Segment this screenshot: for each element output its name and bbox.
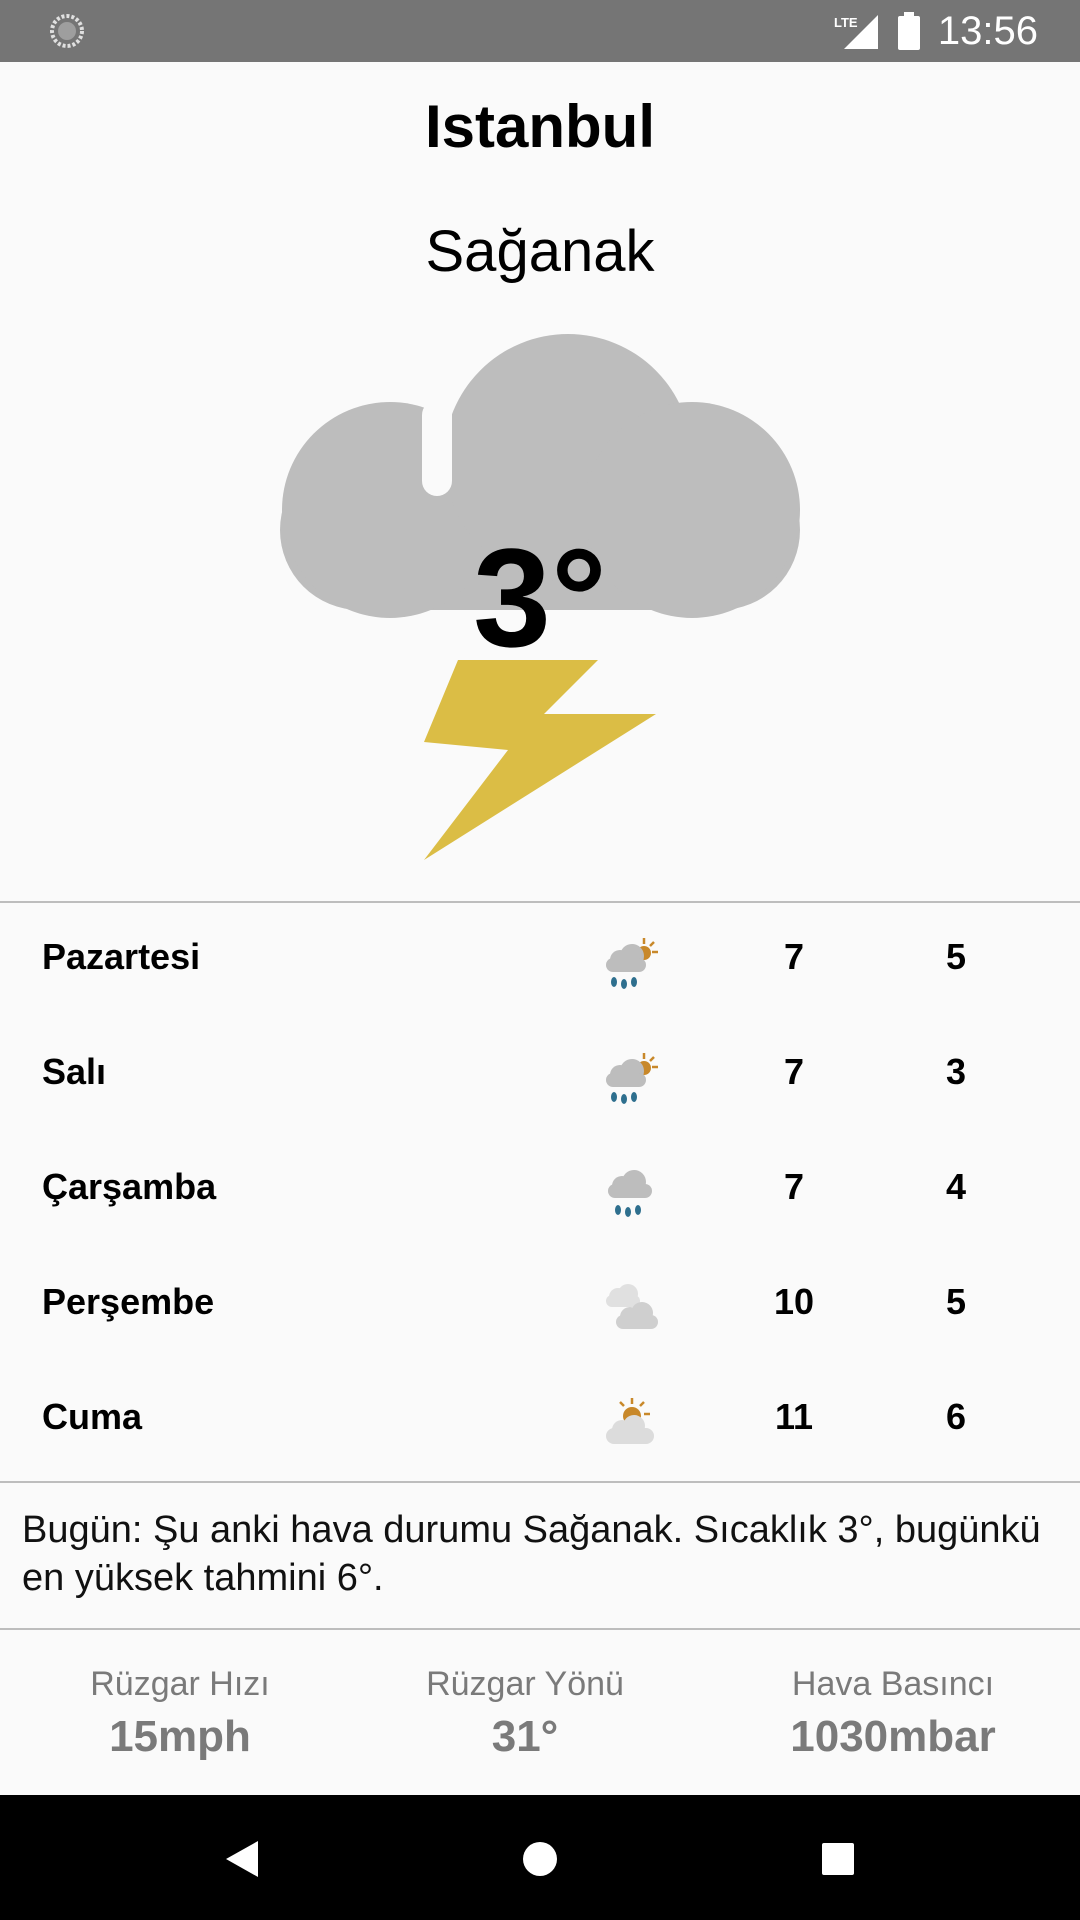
forecast-high: 7: [783, 1051, 805, 1092]
rain-sun-icon: [606, 1053, 658, 1104]
today-summary: Bugün: Şu anki hava durumu Sağanak. Sıca…: [22, 1509, 1041, 1599]
forecast-day: Salı: [42, 1051, 107, 1092]
stat-label: Rüzgar Yönü: [426, 1665, 624, 1703]
forecast-row-pazartesi[interactable]: Pazartesi 7 5: [0, 906, 1080, 1021]
cloudy-icon: [606, 1284, 658, 1329]
forecast-low: 6: [945, 1396, 967, 1437]
partly-cloudy-icon: [606, 1398, 654, 1444]
status-time: 13:56: [937, 8, 1038, 53]
forecast-row-persembe[interactable]: Perşembe 10 5: [0, 1251, 1080, 1366]
divider: [0, 901, 1080, 903]
stat-pressure: Hava Basıncı 1030mbar: [713, 1665, 1073, 1762]
stat-label: Hava Basıncı: [791, 1665, 995, 1703]
divider: [0, 1481, 1080, 1483]
forecast-low: 5: [945, 936, 967, 977]
current-condition: Sağanak: [425, 219, 655, 284]
stat-wind-direction: Rüzgar Yönü 31°: [345, 1665, 705, 1762]
forecast-high: 7: [783, 1166, 805, 1207]
battery-icon: [897, 12, 920, 50]
forecast-row-cuma[interactable]: Cuma 11 6: [0, 1366, 1080, 1481]
forecast-day: Çarşamba: [42, 1166, 217, 1207]
forecast-low: 3: [945, 1051, 967, 1092]
weather-stats: Rüzgar Hızı 15mph Rüzgar Yönü 31° Hava B…: [0, 1635, 1080, 1795]
stat-wind-speed: Rüzgar Hızı 15mph: [0, 1665, 360, 1762]
navigation-bar: [0, 1795, 1080, 1920]
stat-value: 1030mbar: [790, 1712, 996, 1761]
forecast-low: 5: [945, 1281, 967, 1322]
sync-icon: [50, 14, 84, 48]
rain-icon: [608, 1170, 652, 1217]
stat-value: 15mph: [109, 1712, 251, 1761]
forecast-day: Perşembe: [42, 1281, 215, 1322]
forecast-row-sali[interactable]: Salı 7 3: [0, 1021, 1080, 1136]
lte-signal-icon: LTE: [832, 11, 880, 51]
recents-icon[interactable]: [810, 1831, 866, 1887]
home-icon[interactable]: [512, 1831, 568, 1887]
forecast-high: 7: [783, 936, 805, 977]
divider: [0, 1628, 1080, 1630]
status-bar: LTE 13:56: [0, 0, 1080, 62]
stat-label: Rüzgar Hızı: [90, 1665, 270, 1703]
city-name: Istanbul: [424, 93, 655, 160]
rain-sun-icon: [606, 938, 658, 989]
forecast-high: 10: [773, 1281, 815, 1322]
current-temperature: 3°: [473, 519, 607, 676]
svg-text:LTE: LTE: [834, 15, 858, 30]
forecast-day: Pazartesi: [42, 936, 201, 977]
forecast-row-carsamba[interactable]: Çarşamba 7 4: [0, 1136, 1080, 1251]
stat-value: 31°: [491, 1712, 559, 1761]
back-icon[interactable]: [214, 1831, 270, 1887]
forecast-low: 4: [945, 1166, 967, 1207]
forecast-high: 11: [774, 1396, 814, 1437]
forecast-day: Cuma: [42, 1396, 143, 1437]
